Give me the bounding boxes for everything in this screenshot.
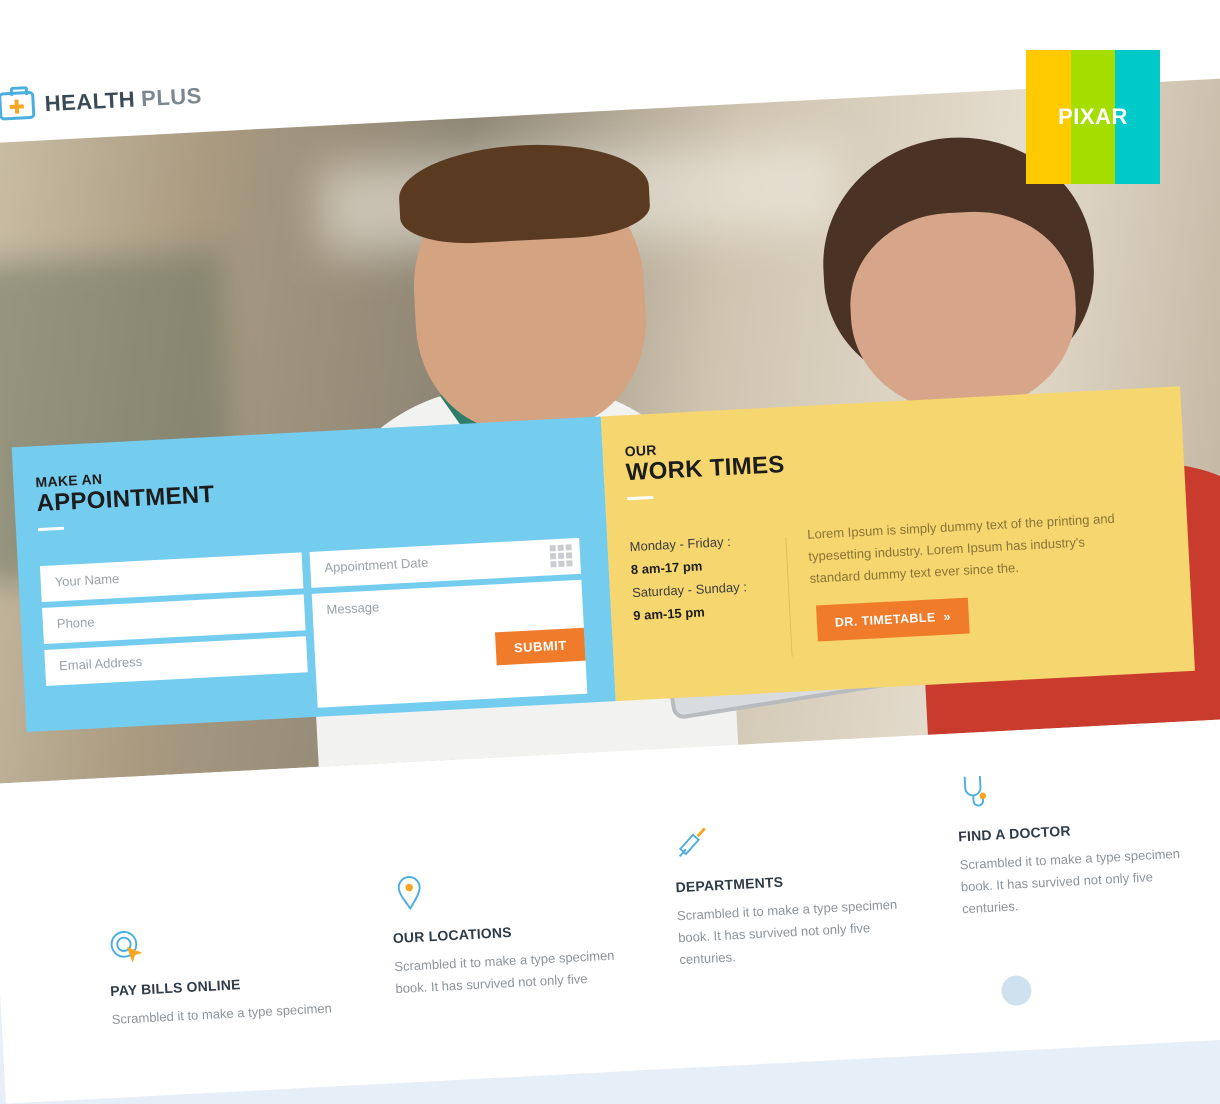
- divider: [785, 537, 793, 657]
- service-text: Scrambled it to make a type specimen: [111, 1000, 333, 1027]
- syringe-icon: [678, 827, 706, 857]
- service-pay-bills[interactable]: PAY BILLS ONLINE Scrambled it to make a …: [107, 914, 372, 1030]
- phone-field[interactable]: Phone: [42, 594, 306, 645]
- weekday-hours: 8 am-17 pm: [630, 558, 703, 578]
- appointment-form: Your Name Phone Email Address Appointmen…: [39, 537, 588, 708]
- service-title: FIND A DOCTOR: [957, 822, 1072, 845]
- decorative-circle: [1000, 974, 1033, 1007]
- service-departments[interactable]: DEPARTMENTS Scrambled it to make a type …: [672, 811, 939, 971]
- medical-kit-icon: [0, 90, 36, 121]
- work-times-panel: OUR WORK TIMES Monday - Friday : 8 am-17…: [600, 386, 1195, 702]
- service-text: Scrambled it to make a type specimen boo…: [393, 947, 615, 997]
- name-field[interactable]: Your Name: [39, 552, 304, 603]
- title-underline: [627, 495, 654, 501]
- service-title: OUR LOCATIONS: [392, 923, 513, 947]
- worktimes-description: Lorem Ipsum is simply dummy text of the …: [806, 510, 1116, 586]
- appointment-date-placeholder: Appointment Date: [323, 554, 429, 576]
- dr-timetable-label: DR. TIMETABLE: [834, 610, 936, 630]
- service-text: Scrambled it to make a type specimen boo…: [676, 896, 898, 968]
- badge-label: PIXAR: [1058, 104, 1128, 129]
- email-field[interactable]: Email Address: [44, 636, 308, 686]
- target-cursor-icon: [110, 931, 143, 963]
- work-hours: Monday - Friday : 8 am-17 pm Saturday - …: [629, 528, 774, 627]
- weekend-hours: 9 am-15 pm: [632, 604, 706, 624]
- stethoscope-icon: [963, 775, 987, 807]
- appointment-date-field[interactable]: Appointment Date: [309, 537, 582, 588]
- service-find-doctor[interactable]: FIND A DOCTOR Scrambled it to make a typ…: [955, 760, 1220, 920]
- dr-timetable-button[interactable]: DR. TIMETABLE »: [816, 597, 970, 642]
- service-title: DEPARTMENTS: [675, 873, 784, 896]
- submit-button[interactable]: SUBMIT: [495, 627, 586, 666]
- title-underline: [37, 526, 65, 532]
- service-locations[interactable]: OUR LOCATIONS Scrambled it to make a typ…: [390, 862, 656, 1000]
- message-placeholder: Message: [326, 599, 380, 618]
- double-chevron-right-icon: »: [943, 609, 952, 624]
- pixar-badge: PIXAR: [1026, 50, 1161, 184]
- message-field[interactable]: Message SUBMIT: [311, 579, 588, 708]
- service-title: PAY BILLS ONLINE: [109, 976, 241, 1000]
- brand-name-part1: HEALTH: [44, 86, 136, 117]
- location-pin-icon: [397, 876, 421, 911]
- services-section: PAY BILLS ONLINE Scrambled it to make a …: [0, 714, 1220, 1104]
- appointment-panel: MAKE AN APPOINTMENT Your Name Phone Emai…: [11, 416, 616, 733]
- brand-name-part2: PLUS: [140, 83, 203, 112]
- service-text: Scrambled it to make a type specimen boo…: [959, 845, 1181, 917]
- calendar-grid-icon[interactable]: [549, 544, 573, 568]
